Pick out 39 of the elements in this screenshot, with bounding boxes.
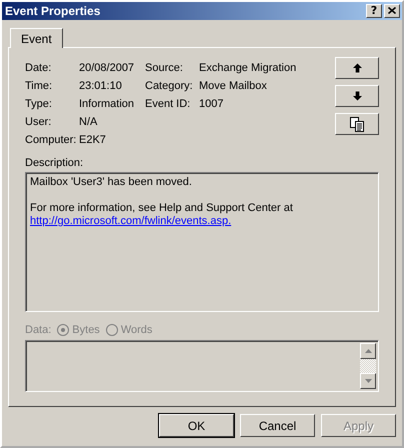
field-label: Source: (145, 62, 184, 74)
copy-icon (350, 116, 364, 132)
field-value: E2K7 (79, 134, 107, 146)
field-label: Date: (25, 62, 52, 74)
field-label: Time: (25, 80, 54, 92)
dialog-button[interactable]: OK (159, 414, 234, 437)
down-triangle-icon (364, 379, 372, 383)
field-label: Category: (145, 80, 194, 92)
help-link[interactable]: http://go.microsoft.com/fwlink/events.asp. (30, 215, 232, 227)
down-arrow-button[interactable] (335, 85, 379, 107)
scroll-up-button[interactable] (360, 343, 376, 359)
up-arrow-icon (352, 63, 362, 73)
field-label: User: (25, 116, 52, 128)
up-arrow-button[interactable] (335, 57, 379, 79)
data-label: Data: (25, 324, 52, 336)
description-label: Description: (25, 157, 84, 169)
field-label: Computer: (25, 134, 78, 146)
down-arrow-icon (352, 91, 362, 101)
help-button[interactable]: ? (366, 4, 382, 18)
field-value: N/A (79, 116, 98, 128)
field-value: Information (79, 98, 136, 110)
scrollbar[interactable] (360, 343, 376, 389)
scroll-down-button[interactable] (360, 373, 376, 389)
description-text: Mailbox 'User3' has been moved. (30, 176, 193, 189)
description-text: For more information, see Help and Support Center at (30, 202, 294, 215)
field-value: 23:01:10 (79, 80, 123, 92)
field-label: Type: (25, 98, 53, 110)
field-value: Exchange Migration (199, 62, 296, 74)
up-triangle-icon (364, 349, 372, 353)
copy-button[interactable] (335, 113, 379, 135)
window-title: Event Properties (5, 4, 102, 18)
field-label: Event ID: (145, 98, 192, 110)
dialog-button[interactable]: Cancel (240, 414, 315, 437)
field-value: 20/08/2007 (79, 62, 136, 74)
close-icon (388, 7, 396, 14)
tab[interactable]: Event (10, 28, 63, 48)
field-value: Move Mailbox (199, 80, 267, 92)
field-value: 1007 (199, 98, 224, 110)
close-button[interactable] (384, 4, 400, 18)
